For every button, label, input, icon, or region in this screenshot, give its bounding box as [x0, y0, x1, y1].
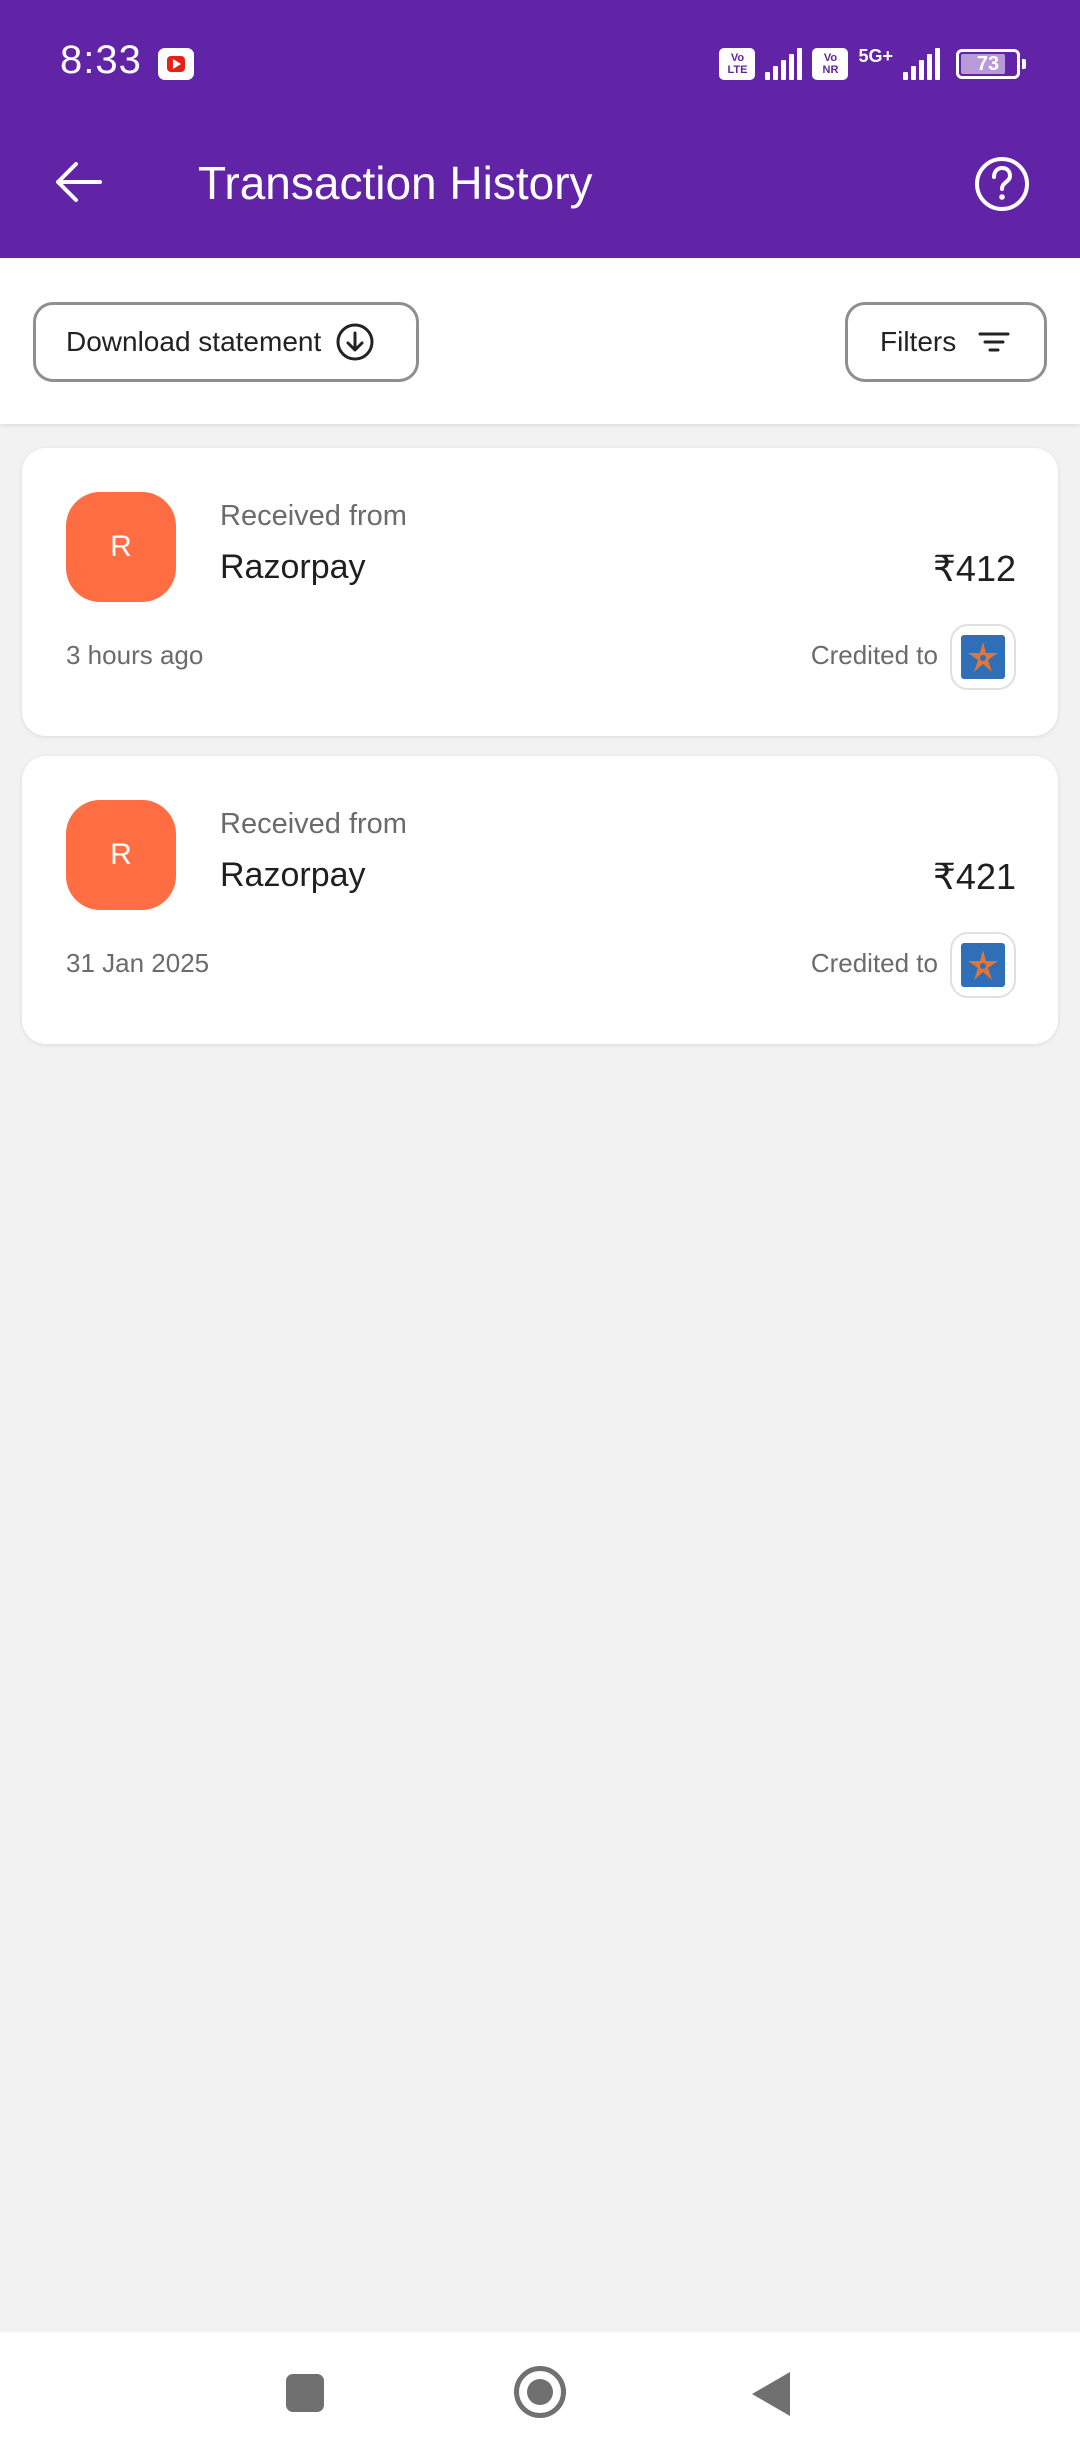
bank-logo-icon — [950, 624, 1016, 690]
filter-lines-icon — [978, 332, 1010, 352]
help-circle-icon — [975, 157, 1029, 211]
app-header: Transaction History — [0, 130, 1080, 258]
triangle-back-icon[interactable] — [752, 2372, 790, 2416]
youtube-icon — [158, 48, 194, 80]
merchant-name: Razorpay — [220, 548, 366, 586]
network-type-label: 5G+ — [858, 46, 893, 66]
volte-badge: Vo LTE — [719, 48, 756, 80]
transaction-amount: ₹421 — [933, 856, 1016, 897]
filters-label: Filters — [880, 326, 957, 357]
signal-icon — [765, 48, 803, 80]
direction-label: Received from — [220, 500, 407, 532]
transaction-time: 3 hours ago — [66, 640, 204, 670]
download-statement-label: Download statement — [66, 326, 322, 357]
merchant-avatar: R — [66, 492, 176, 602]
credited-to-label: Credited to — [810, 948, 938, 978]
merchant-avatar: R — [66, 800, 176, 910]
download-circle-icon — [336, 323, 374, 361]
battery-icon: 73 — [956, 49, 1026, 79]
back-button[interactable] — [48, 152, 108, 212]
action-row: Download statement Filters — [0, 258, 1080, 424]
transaction-time: 31 Jan 2025 — [66, 948, 210, 978]
status-time: 8:33 — [60, 38, 142, 82]
app-screen: 8:33 Vo LTE Vo NR 5G+ 73 Transaction His… — [0, 0, 1080, 2460]
filters-button[interactable]: Filters — [845, 302, 1047, 382]
system-indicators: Vo LTE Vo NR 5G+ 73 — [719, 44, 1026, 84]
merchant-name: Razorpay — [220, 856, 366, 894]
arrow-left-icon — [56, 162, 102, 202]
system-nav-bar — [0, 2332, 1080, 2460]
transaction-amount: ₹412 — [933, 548, 1016, 589]
status-bar: 8:33 Vo LTE Vo NR 5G+ 73 — [0, 0, 1080, 130]
square-icon[interactable] — [286, 2374, 324, 2412]
page-title: Transaction History — [198, 157, 593, 209]
battery-level: 73 — [976, 53, 1000, 75]
credited-to-label: Credited to — [810, 640, 938, 670]
transaction-card[interactable]: R Received from Razorpay ₹421 31 Jan 202… — [22, 756, 1058, 1044]
vonr-badge: Vo NR — [812, 48, 849, 80]
transaction-card[interactable]: R Received from Razorpay ₹412 3 hours ag… — [22, 448, 1058, 736]
direction-label: Received from — [220, 808, 407, 840]
circle-home-icon[interactable] — [514, 2366, 566, 2418]
bank-logo-icon — [950, 932, 1016, 998]
signal-icon-2 — [903, 48, 940, 80]
download-statement-button[interactable]: Download statement — [33, 302, 419, 382]
top-bar: 8:33 Vo LTE Vo NR 5G+ 73 Transaction His… — [0, 0, 1080, 258]
help-button[interactable] — [970, 152, 1034, 216]
